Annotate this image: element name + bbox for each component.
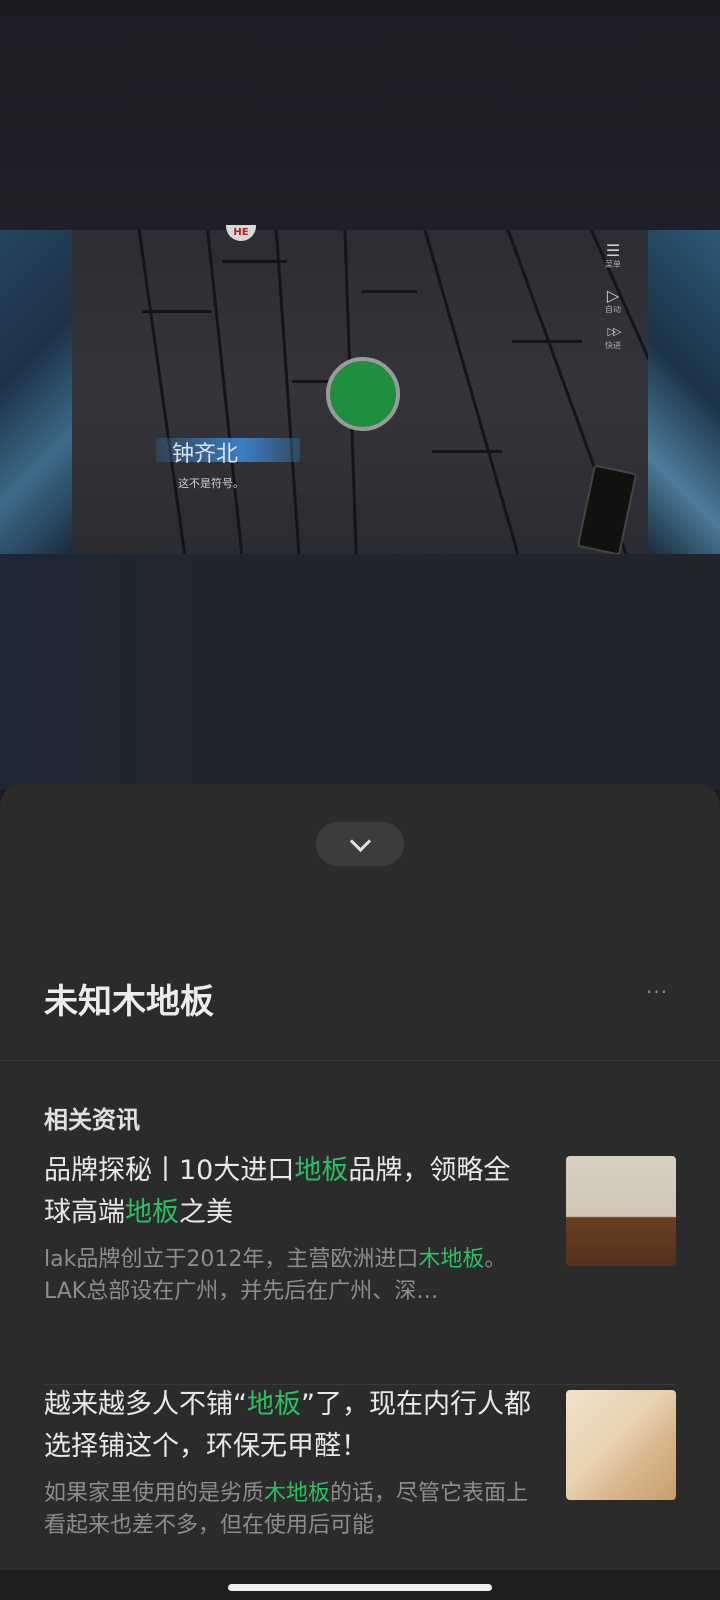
bottom-sheet: 未知木地板 ··· 相关资讯 品牌探秘丨10大进口地板品牌，领略全球高端地板之美… — [0, 784, 720, 1600]
menu-label: 菜单 — [605, 260, 621, 269]
article-description: lak品牌创立于2012年，主营欧洲进口木地板。LAK总部设在广州，并先后在广州… — [44, 1247, 507, 1304]
dialogue-text: 这不是符号。 — [178, 477, 244, 490]
auto-control[interactable]: ▷ 自动 — [598, 288, 628, 315]
fast-forward-label: 快进 — [605, 341, 621, 350]
left-side-art — [0, 230, 72, 554]
fast-forward-control[interactable]: ▷▷ 快进 — [598, 324, 628, 351]
play-icon: ▷ — [606, 286, 620, 305]
article-item[interactable]: 品牌探秘丨10大进口地板品牌，领略全球高端地板之美 lak品牌创立于2012年，… — [44, 1150, 676, 1308]
collapse-button[interactable] — [316, 822, 404, 866]
article-title: 越来越多人不铺“地板”了，现在内行人都选择铺这个，环保无甲醛！ — [44, 1389, 531, 1462]
right-side-art — [648, 230, 720, 554]
more-icon[interactable]: ··· — [646, 980, 668, 1004]
article-title: 品牌探秘丨10大进口地板品牌，领略全球高端地板之美 — [44, 1155, 511, 1228]
chevron-down-icon — [349, 830, 371, 852]
auto-label: 自动 — [605, 305, 621, 314]
section-label: 相关资讯 — [44, 1106, 140, 1134]
menu-icon: ☰ — [605, 241, 621, 260]
menu-control[interactable]: ☰ 菜单 — [598, 243, 628, 270]
video-top-area — [0, 0, 720, 230]
article-thumbnail — [566, 1156, 676, 1266]
video-bottom-area — [0, 554, 720, 790]
article-description: 如果家里使用的是劣质木地板的话，尽管它表面上看起来也差不多，但在使用后可能 — [44, 1481, 529, 1538]
character-name: 钟齐北 — [172, 442, 239, 467]
article-thumbnail — [566, 1390, 676, 1500]
fast-forward-icon: ▷▷ — [607, 325, 622, 338]
divider — [0, 1060, 720, 1061]
home-indicator[interactable] — [228, 1584, 492, 1591]
green-action-button[interactable] — [326, 357, 400, 431]
article-item[interactable]: 越来越多人不铺“地板”了，现在内行人都选择铺这个，环保无甲醛！ 如果家里使用的是… — [44, 1384, 676, 1542]
sheet-title: 未知木地板 — [44, 982, 214, 1022]
